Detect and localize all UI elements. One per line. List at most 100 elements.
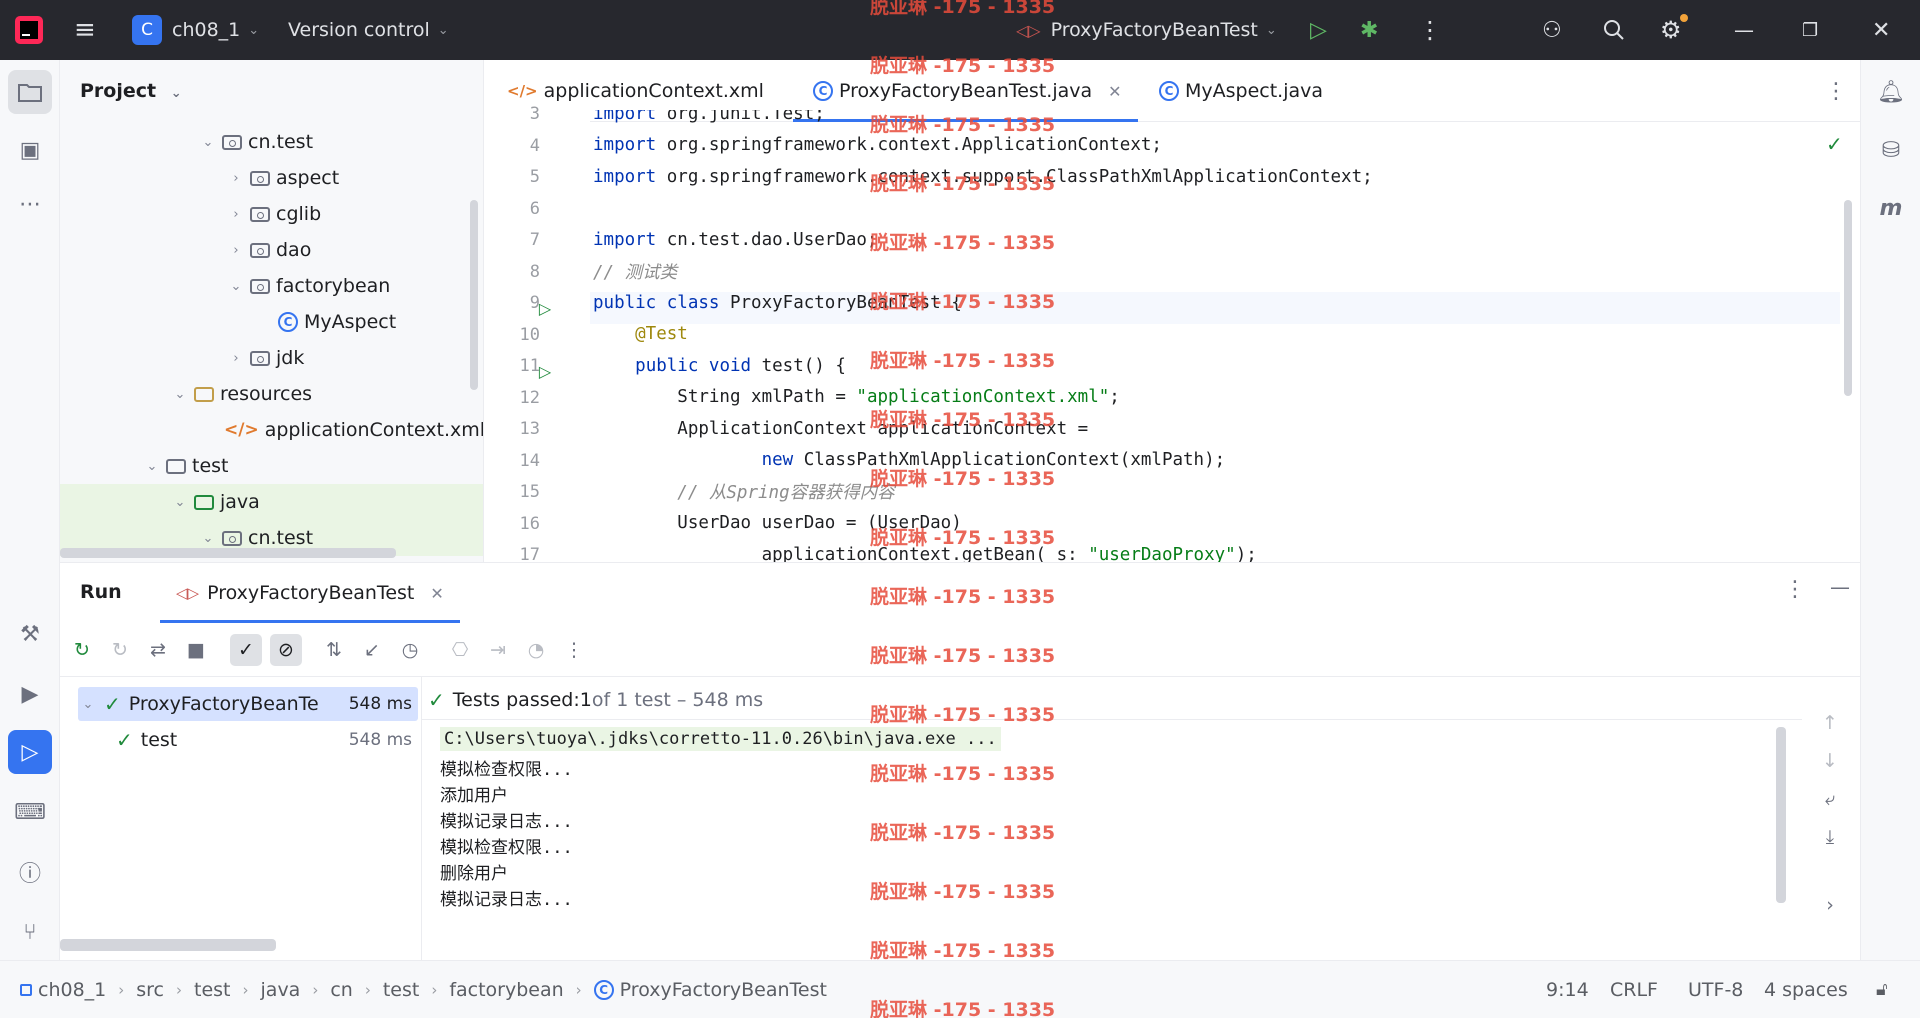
chevron-right-icon[interactable]: › bbox=[226, 171, 246, 186]
main-menu-icon[interactable]: ≡ bbox=[74, 0, 96, 60]
indent-setting[interactable]: 4 spaces bbox=[1764, 979, 1848, 1001]
run-tab-label: ProxyFactoryBeanTest bbox=[207, 582, 415, 604]
caret-position[interactable]: 9:14 bbox=[1546, 979, 1589, 1001]
project-hscrollbar[interactable] bbox=[60, 548, 396, 558]
lock-icon[interactable]: 🔓︎ bbox=[1876, 979, 1888, 1000]
tree-item[interactable]: C MyAspect bbox=[60, 304, 483, 340]
tree-item[interactable]: › aspect bbox=[60, 160, 483, 196]
chevron-down-icon[interactable]: ⌄ bbox=[226, 279, 246, 294]
restore-icon[interactable]: ❐ bbox=[1802, 0, 1818, 60]
app-logo[interactable] bbox=[14, 0, 44, 60]
search-icon[interactable] bbox=[1602, 0, 1626, 60]
test-suite-row[interactable]: ⌄ ✓ ProxyFactoryBeanTe 548 ms bbox=[78, 687, 418, 721]
more-actions-icon[interactable]: ⋮ bbox=[558, 634, 590, 666]
maven-icon[interactable]: m bbox=[1869, 186, 1913, 230]
show-ignored-icon[interactable]: ⊘ bbox=[270, 634, 302, 666]
more-tools-icon[interactable]: ⋯ bbox=[8, 182, 52, 226]
project-tool-icon[interactable] bbox=[8, 70, 52, 114]
project-selector[interactable]: C ch08_1 ⌄ bbox=[132, 0, 259, 60]
chevron-right-icon[interactable]: › bbox=[226, 243, 246, 258]
git-tool-icon[interactable]: ⑂ bbox=[8, 910, 52, 954]
screenshot-icon[interactable]: ⎔ bbox=[444, 634, 476, 666]
breadcrumb-item[interactable]: factorybean bbox=[449, 979, 563, 1001]
run-class-gutter-icon[interactable]: ▷ bbox=[534, 297, 556, 319]
options-icon[interactable]: ⋮ bbox=[1784, 577, 1806, 602]
database-icon[interactable]: ⛁ bbox=[1869, 128, 1913, 172]
show-passed-icon[interactable]: ✓ bbox=[230, 634, 262, 666]
project-scrollbar[interactable] bbox=[470, 200, 478, 390]
toggle-auto-test-icon[interactable]: ⇄ bbox=[142, 634, 174, 666]
chevron-down-icon[interactable]: ⌄ bbox=[198, 531, 218, 546]
run-method-gutter-icon[interactable]: ▷ bbox=[534, 360, 556, 382]
run-icon[interactable]: ▷ bbox=[1310, 0, 1327, 60]
test-history-icon[interactable]: ◷ bbox=[394, 634, 426, 666]
close-tab-icon[interactable]: ✕ bbox=[1108, 82, 1121, 101]
chevron-down-icon[interactable]: ⌄ bbox=[78, 697, 98, 712]
editor-scrollbar[interactable] bbox=[1844, 200, 1852, 396]
add-user-icon[interactable]: ⚇ bbox=[1542, 0, 1562, 60]
tree-item[interactable]: ⌄ test bbox=[60, 448, 483, 484]
vcs-selector[interactable]: Version control ⌄ bbox=[288, 0, 449, 60]
structure-tool-icon[interactable]: ▣ bbox=[8, 128, 52, 172]
summary-divider bbox=[422, 719, 1802, 720]
breadcrumb-item[interactable]: cn bbox=[330, 979, 353, 1001]
tree-item[interactable]: › dao bbox=[60, 232, 483, 268]
coverage-icon[interactable]: ◔ bbox=[520, 634, 552, 666]
tree-item[interactable]: › jdk bbox=[60, 340, 483, 376]
breadcrumb-item[interactable]: test bbox=[383, 979, 420, 1001]
chevron-right-icon[interactable]: › bbox=[1814, 889, 1846, 921]
settings-icon[interactable]: ⚙ bbox=[1660, 0, 1688, 60]
tree-item[interactable]: </> applicationContext.xml bbox=[60, 412, 483, 448]
project-panel-header[interactable]: Project ⌄ bbox=[80, 80, 182, 102]
down-arrow-icon[interactable]: ↓ bbox=[1814, 745, 1846, 777]
minimize-icon[interactable]: — bbox=[1734, 0, 1754, 60]
line-separator[interactable]: CRLF bbox=[1610, 979, 1658, 1001]
tree-item[interactable]: ⌄ cn.test bbox=[60, 124, 483, 160]
breadcrumb-item[interactable]: src bbox=[136, 979, 164, 1001]
tab-run-config[interactable]: ◁▷ ProxyFactoryBeanTest ✕ bbox=[160, 563, 460, 623]
chevron-right-icon[interactable]: › bbox=[226, 351, 246, 366]
debug-icon[interactable]: ✱ bbox=[1360, 0, 1378, 60]
run-tool-icon[interactable]: ▷ bbox=[8, 730, 52, 774]
inspection-ok-icon[interactable]: ✓ bbox=[1826, 132, 1843, 156]
rerun-icon[interactable]: ↻ bbox=[66, 634, 98, 666]
more-actions-icon[interactable]: ⋮ bbox=[1418, 0, 1442, 60]
code-editor[interactable]: import org.junit.Test; import org.springf… bbox=[590, 110, 1840, 562]
scroll-to-end-icon[interactable]: ⤓ bbox=[1814, 821, 1846, 853]
services-tool-icon[interactable]: ▶ bbox=[8, 672, 52, 716]
breadcrumb-item[interactable]: test bbox=[194, 979, 231, 1001]
tree-item-label: test bbox=[192, 455, 229, 477]
hide-panel-icon[interactable]: — bbox=[1830, 575, 1850, 599]
breadcrumb-item[interactable]: ch08_1 bbox=[38, 979, 106, 1001]
chevron-down-icon[interactable]: ⌄ bbox=[170, 495, 190, 510]
import-tests-icon[interactable]: ⇥ bbox=[482, 634, 514, 666]
file-encoding[interactable]: UTF-8 bbox=[1688, 979, 1743, 1001]
breadcrumb-item[interactable]: java bbox=[261, 979, 301, 1001]
breadcrumb-item[interactable]: ProxyFactoryBeanTest bbox=[620, 979, 827, 1001]
close-tab-icon[interactable]: ✕ bbox=[430, 584, 443, 603]
problems-tool-icon[interactable]: ⓘ bbox=[8, 850, 52, 894]
test-tree-hscrollbar[interactable] bbox=[60, 939, 276, 951]
build-tool-icon[interactable]: ⚒ bbox=[8, 612, 52, 656]
chevron-down-icon[interactable]: ⌄ bbox=[170, 387, 190, 402]
package-icon bbox=[250, 170, 270, 186]
chevron-down-icon[interactable]: ⌄ bbox=[142, 459, 162, 474]
test-case-row[interactable]: ✓ test 548 ms bbox=[78, 723, 418, 757]
sort-icon[interactable]: ⇅ bbox=[318, 634, 350, 666]
chevron-down-icon[interactable]: ⌄ bbox=[198, 135, 218, 150]
stop-icon[interactable]: ■ bbox=[180, 634, 212, 666]
tree-item[interactable]: › cglib bbox=[60, 196, 483, 232]
soft-wrap-icon[interactable]: ⤶ bbox=[1814, 783, 1846, 815]
terminal-tool-icon[interactable]: ⌨ bbox=[8, 790, 52, 834]
notifications-icon[interactable]: 🔔︎ bbox=[1869, 70, 1913, 114]
tree-item[interactable]: ⌄ resources bbox=[60, 376, 483, 412]
tree-item[interactable]: ⌄ factorybean bbox=[60, 268, 483, 304]
close-icon[interactable]: ✕ bbox=[1872, 0, 1890, 60]
up-arrow-icon[interactable]: ↑ bbox=[1814, 707, 1846, 739]
tree-item[interactable]: ⌄ java bbox=[60, 484, 483, 520]
console-scrollbar[interactable] bbox=[1776, 727, 1786, 903]
collapse-icon[interactable]: ↙ bbox=[356, 634, 388, 666]
console-output[interactable]: ✓ Tests passed: 1 of 1 test – 548 ms C:\… bbox=[422, 677, 1802, 961]
rerun-failed-icon[interactable]: ↻ bbox=[104, 634, 136, 666]
chevron-right-icon[interactable]: › bbox=[226, 207, 246, 222]
